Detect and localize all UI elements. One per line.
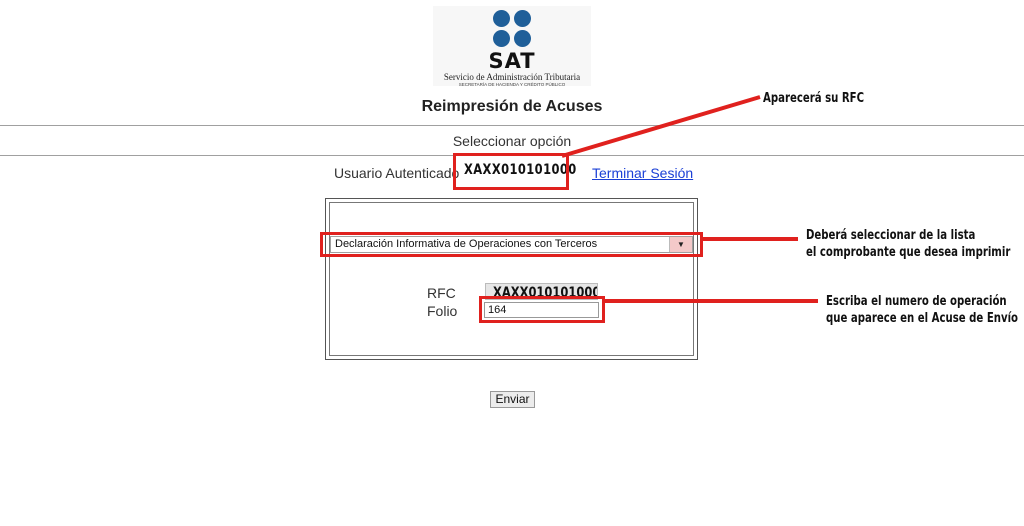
- annotation-select-line1: Deberá seleccionar de la lista: [806, 228, 976, 243]
- annotation-folio-line2: que aparece en el Acuse de Envío: [826, 311, 1019, 326]
- annotation-folio-note: Escriba el numero de operación que apare…: [826, 293, 1018, 327]
- arrow-line-rfc: [561, 95, 761, 158]
- annotation-arrows: [561, 95, 818, 303]
- annotation-rfc-note: Aparecerá su RFC: [763, 91, 865, 106]
- annotation-folio-line1: Escriba el numero de operación: [826, 294, 1007, 309]
- annotation-select-line2: el comprobante que desea imprimir: [806, 245, 1011, 260]
- annotation-select-note: Deberá seleccionar de la lista el compro…: [806, 227, 1010, 261]
